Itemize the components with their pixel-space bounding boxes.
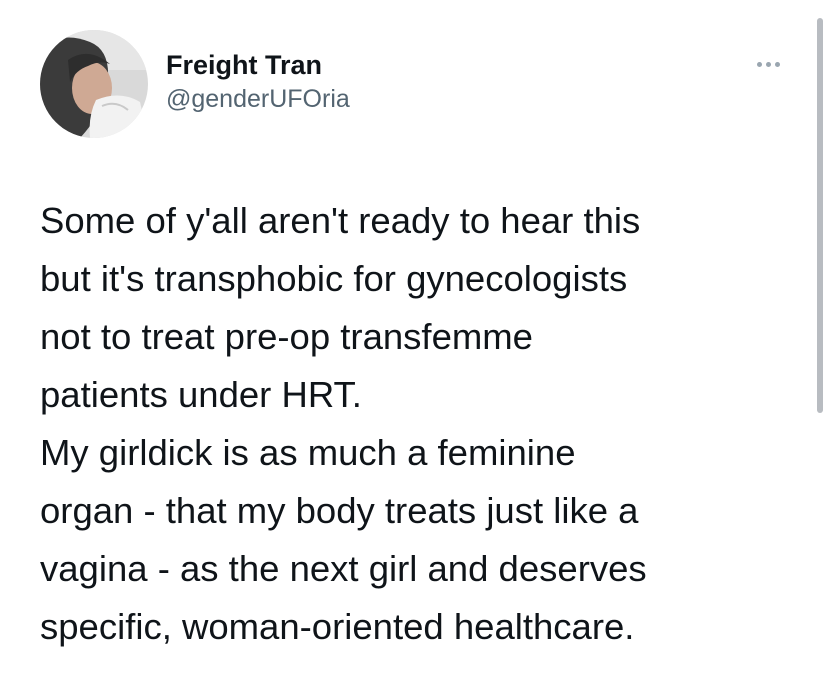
tweet-text-line: specific, woman-oriented healthcare. xyxy=(40,606,635,647)
display-name[interactable]: Freight Tran xyxy=(166,49,350,81)
tweet-text-line: Some of y'all aren't ready to hear this xyxy=(40,200,641,241)
tweet-text-line: My girldick is as much a feminine xyxy=(40,432,576,473)
tweet-text-line: not to treat pre-op transfemme xyxy=(40,316,533,357)
tweet-text-line: vagina - as the next girl and deserves xyxy=(40,548,647,589)
more-options-button[interactable] xyxy=(748,52,788,76)
username-handle[interactable]: @genderUFOria xyxy=(166,83,350,115)
avatar-image xyxy=(40,30,148,138)
more-horizontal-icon xyxy=(756,61,762,67)
more-horizontal-icon-dot xyxy=(774,61,780,67)
tweet-text-line: patients under HRT. xyxy=(40,374,362,415)
tweet-text-line: but it's transphobic for gynecologists xyxy=(40,258,628,299)
author-info[interactable]: Freight Tran @genderUFOria xyxy=(166,49,350,115)
tweet-text-line: organ - that my body treats just like a xyxy=(40,490,639,531)
avatar[interactable] xyxy=(40,30,148,138)
scrollbar-thumb[interactable] xyxy=(817,18,823,413)
tweet: Freight Tran @genderUFOria Some of y'all… xyxy=(0,0,828,687)
tweet-text: Some of y'all aren't ready to hear this … xyxy=(40,192,800,656)
more-horizontal-icon-dot xyxy=(765,61,771,67)
